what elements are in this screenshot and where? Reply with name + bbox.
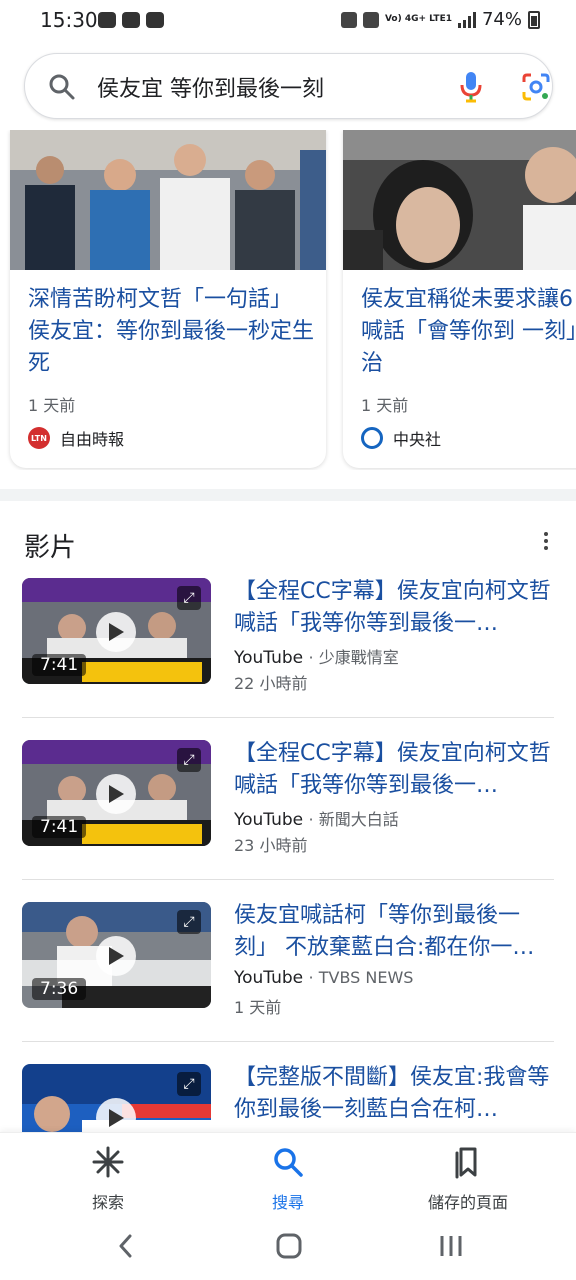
play-icon[interactable] [96,612,136,652]
nav-label: 搜尋 [271,1193,304,1212]
google-lens-icon[interactable] [521,72,551,102]
video-title[interactable]: 【完整版不間斷】侯友宜:我會等你到最後一刻藍白合在柯… [234,1062,558,1126]
news-source: LTN 自由時報 [28,426,124,450]
recycle-icon [340,11,357,28]
news-card[interactable]: 深情苦盼柯文哲「一句話」 侯友宜：等你到最後一秒定生死 1 天前 LTN 自由時… [10,130,326,468]
list-divider [22,879,554,880]
video-platform: YouTube [234,648,304,668]
news-source: 中央社 [361,426,441,450]
video-channel: 少康戰情室 [318,648,399,667]
video-duration: 7:41 [32,654,87,676]
video-thumbnail[interactable]: 7:41 ⤢ [22,578,211,684]
section-divider [0,489,576,501]
system-navigation-bar [0,1220,576,1280]
line-app-icon [146,12,164,28]
video-title[interactable]: 【全程CC字幕】侯友宜向柯文哲喊話「我等你等到最後一… [234,738,558,802]
news-age: 1 天前 [361,396,409,415]
recents-icon[interactable] [438,1232,464,1264]
video-title[interactable]: 侯友宜喊話柯「等你到最後一刻」 不放棄藍白合:都在你一… [234,900,558,964]
source-logo-label: LTN [31,433,47,443]
asterisk-icon [92,1146,124,1178]
nav-saved[interactable]: 儲存的頁面 [388,1145,548,1213]
nav-search[interactable]: 搜尋 [208,1145,368,1213]
status-bar: 15:30 Vo) 4G+ LTE1 74% [0,0,576,44]
video-age: 22 小時前 [234,674,308,693]
video-thumbnail[interactable]: 7:36 ⤢ [22,902,211,1008]
news-source-name: 自由時報 [60,430,125,449]
signal-icon [457,11,476,28]
search-icon [274,1148,303,1177]
video-duration: 7:41 [32,816,87,838]
nav-discover[interactable]: 探索 [28,1145,188,1213]
news-headline[interactable]: 深情苦盼柯文哲「一句話」 侯友宜：等你到最後一秒定生死 [28,284,318,380]
status-time: 15:30 [40,8,98,32]
microphone-icon[interactable] [457,70,485,104]
search-query[interactable]: 侯友宜 等你到最後一刻 [97,71,324,103]
video-channel: TVBS NEWS [318,968,414,987]
battery-icon [528,10,540,29]
video-age: 1 天前 [234,998,282,1017]
news-headline[interactable]: 侯友宜稱從未要求讓6 柯文哲喊話「會等你到 一刻」｜政治 [361,284,576,380]
news-age: 1 天前 [28,396,76,415]
expand-icon[interactable]: ⤢ [177,1072,201,1096]
battery-percent: 74% [481,9,522,30]
video-platform: YouTube [234,968,304,988]
video-thumbnail[interactable]: 7:41 ⤢ [22,740,211,846]
video-title[interactable]: 【全程CC字幕】侯友宜向柯文哲喊話「我等你等到最後一… [234,576,558,640]
video-channel: 新聞大白話 [318,810,399,829]
line-app-icon [98,12,116,28]
video-duration: 7:36 [32,978,87,1000]
expand-icon[interactable]: ⤢ [177,748,201,772]
list-divider [22,1041,554,1042]
news-source-name: 中央社 [393,430,442,449]
bookmarks-icon [455,1147,477,1179]
expand-icon[interactable]: ⤢ [177,910,201,934]
news-thumbnail [343,130,576,270]
news-card[interactable]: 侯友宜稱從未要求讓6 柯文哲喊話「會等你到 一刻」｜政治 1 天前 中央社 [343,130,576,468]
video-meta: YouTube · 少康戰情室 [234,648,399,668]
expand-icon[interactable]: ⤢ [177,586,201,610]
search-bar[interactable]: 侯友宜 等你到最後一刻 [24,53,553,119]
cna-logo-icon [361,427,383,449]
video-result[interactable]: 7:41 ⤢ 【全程CC字幕】侯友宜向柯文哲喊話「我等你等到最後一… YouTu… [0,578,576,740]
network-label: Vo) 4G+ LTE1 [384,14,452,24]
nav-label: 探索 [91,1193,124,1212]
list-divider [22,717,554,718]
gallery-icon [122,12,140,28]
ltn-logo-icon: LTN [28,427,50,449]
videos-section-title: 影片 [24,533,77,563]
back-icon[interactable] [116,1232,136,1264]
search-icon[interactable] [47,72,77,102]
video-meta: YouTube · 新聞大白話 [234,810,399,830]
play-icon[interactable] [96,774,136,814]
video-result[interactable]: 7:36 ⤢ 侯友宜喊話柯「等你到最後一刻」 不放棄藍白合:都在你一… YouT… [0,902,576,1064]
notification-icons [98,12,164,28]
video-result[interactable]: 7:41 ⤢ 【全程CC字幕】侯友宜向柯文哲喊話「我等你等到最後一… YouTu… [0,740,576,902]
news-thumbnail [10,130,326,270]
video-platform: YouTube [234,810,304,830]
system-icons: Vo) 4G+ LTE1 74% [340,9,540,30]
bottom-navigation: 探索 搜尋 儲存的頁面 [0,1132,576,1220]
video-meta: YouTube · TVBS NEWS [234,968,414,988]
news-carousel[interactable]: 深情苦盼柯文哲「一句話」 侯友宜：等你到最後一秒定生死 1 天前 LTN 自由時… [0,130,576,470]
more-options-icon[interactable] [538,530,554,552]
video-age: 23 小時前 [234,836,308,855]
nav-label: 儲存的頁面 [427,1193,508,1212]
alarm-icon [362,11,379,28]
play-icon[interactable] [96,936,136,976]
home-icon[interactable] [276,1232,302,1264]
